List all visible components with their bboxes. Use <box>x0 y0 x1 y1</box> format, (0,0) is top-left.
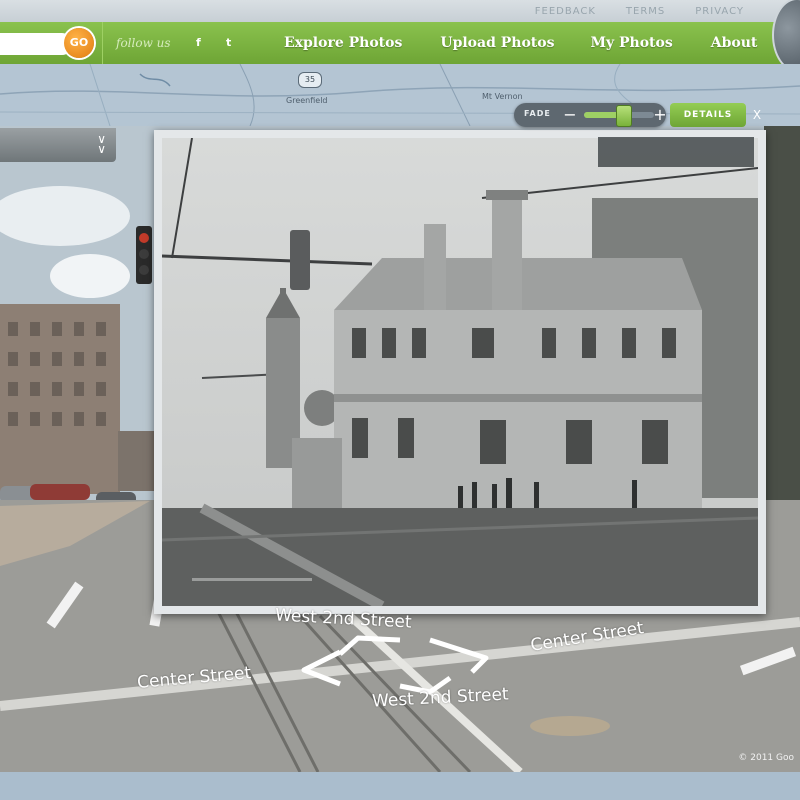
go-button[interactable]: GO <box>64 28 94 58</box>
close-icon[interactable]: X <box>748 105 766 125</box>
map-label-greenfield: Greenfield <box>286 96 328 105</box>
historic-photo[interactable] <box>162 138 758 606</box>
nav-explore-photos[interactable]: Explore Photos <box>284 35 402 51</box>
nav-arrow-east-icon[interactable] <box>429 637 489 674</box>
nav-my-photos[interactable]: My Photos <box>590 35 672 51</box>
highway-shield: 35 <box>298 72 322 88</box>
main-navbar: GO follow us f t Explore Photos Upload P… <box>0 22 790 66</box>
nav-menu: Explore Photos Upload Photos My Photos A… <box>284 22 757 64</box>
photo-caption-box <box>598 137 754 167</box>
search-input[interactable] <box>0 33 72 55</box>
map-label-mt-vernon: Mt Vernon <box>482 92 523 101</box>
historic-scene <box>162 138 758 606</box>
privacy-link[interactable]: PRIVACY <box>695 6 744 17</box>
fade-slider-track[interactable] <box>584 105 654 127</box>
top-utility-bar: FEEDBACK TERMS PRIVACY <box>0 0 800 22</box>
utility-links: FEEDBACK TERMS PRIVACY <box>535 6 744 17</box>
view-dropdown[interactable]: ∨ ∨ <box>0 128 116 162</box>
terms-link[interactable]: TERMS <box>626 6 665 17</box>
follow-us-label: follow us <box>116 36 171 50</box>
historic-photo-frame[interactable] <box>154 130 766 614</box>
fade-control: FADE − + <box>514 103 667 127</box>
twitter-icon[interactable]: t <box>226 36 231 49</box>
nav-upload-photos[interactable]: Upload Photos <box>440 35 554 51</box>
details-button[interactable]: DETAILS <box>670 103 746 127</box>
fade-decrease-button[interactable]: − <box>560 105 580 125</box>
fade-slider-handle[interactable] <box>615 105 632 127</box>
double-chevron-down-icon: ∨ ∨ <box>97 132 106 156</box>
nav-about[interactable]: About <box>711 35 758 51</box>
nav-arrow-north-icon[interactable] <box>338 635 401 656</box>
copyright-text: © 2011 Goo <box>738 753 794 763</box>
feedback-link[interactable]: FEEDBACK <box>535 6 596 17</box>
nav-arrow-west-icon[interactable] <box>301 649 342 687</box>
fade-increase-button[interactable]: + <box>650 105 670 125</box>
facebook-icon[interactable]: f <box>196 36 201 49</box>
fade-label: FADE <box>524 109 551 118</box>
bottom-map-band <box>0 772 800 800</box>
nav-divider <box>102 22 103 64</box>
